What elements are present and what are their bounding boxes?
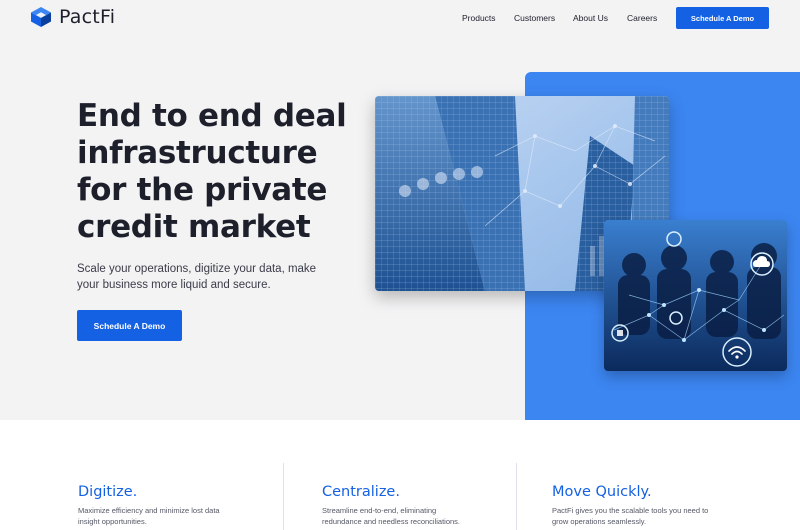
hero-schedule-demo-button[interactable]: Schedule A Demo — [77, 310, 182, 341]
feature-centralize: Centralize. Streamline end-to-end, elimi… — [322, 484, 502, 527]
feature-description: PactFi gives you the scalable tools you … — [552, 506, 732, 527]
hero-subtitle-line: Scale your operations, digitize your dat… — [77, 263, 317, 275]
hero-subtitle: Scale your operations, digitize your dat… — [77, 261, 347, 293]
hero-title: End to end deal infrastructure for the p… — [77, 98, 377, 246]
feature-description-line: grow operations seamlessly. — [552, 516, 647, 526]
hero-title-line: infrastructure — [77, 135, 318, 171]
feature-description-line: redundance and needless reconciliations. — [322, 516, 461, 526]
nav-products[interactable]: Products — [462, 13, 496, 23]
feature-divider — [283, 463, 284, 530]
logo[interactable]: PactFi — [30, 6, 115, 28]
site-header: PactFi Products Customers About Us Caree… — [0, 0, 800, 38]
feature-title: Move Quickly. — [552, 484, 652, 500]
feature-description: Streamline end-to-end, eliminating redun… — [322, 506, 502, 527]
feature-description: Maximize efficiency and minimize lost da… — [78, 506, 258, 527]
feature-description-line: Streamline end-to-end, eliminating — [322, 506, 437, 515]
feature-title: Digitize. — [78, 484, 138, 500]
feature-title: Centralize. — [322, 484, 400, 500]
feature-description-line: insight opportunities. — [78, 516, 147, 526]
nav-careers[interactable]: Careers — [627, 13, 657, 23]
pactfi-logo-icon — [30, 6, 52, 28]
hero-title-line: credit market — [77, 209, 311, 245]
hero-subtitle-line: your business more liquid and secure. — [77, 279, 271, 291]
nav-customers[interactable]: Customers — [514, 13, 555, 23]
feature-description-line: Maximize efficiency and minimize lost da… — [78, 506, 220, 515]
nav-about-us[interactable]: About Us — [573, 13, 608, 23]
feature-divider — [516, 463, 517, 530]
network-people-image — [604, 220, 787, 371]
logo-text: PactFi — [59, 6, 116, 28]
feature-description-line: PactFi gives you the scalable tools you … — [552, 506, 709, 515]
feature-digitize: Digitize. Maximize efficiency and minimi… — [78, 484, 258, 527]
feature-move-quickly: Move Quickly. PactFi gives you the scala… — [552, 484, 732, 527]
hero-title-line: for the private — [77, 172, 328, 208]
header-schedule-demo-button[interactable]: Schedule A Demo — [676, 7, 769, 29]
hero-title-line: End to end deal — [77, 98, 347, 134]
